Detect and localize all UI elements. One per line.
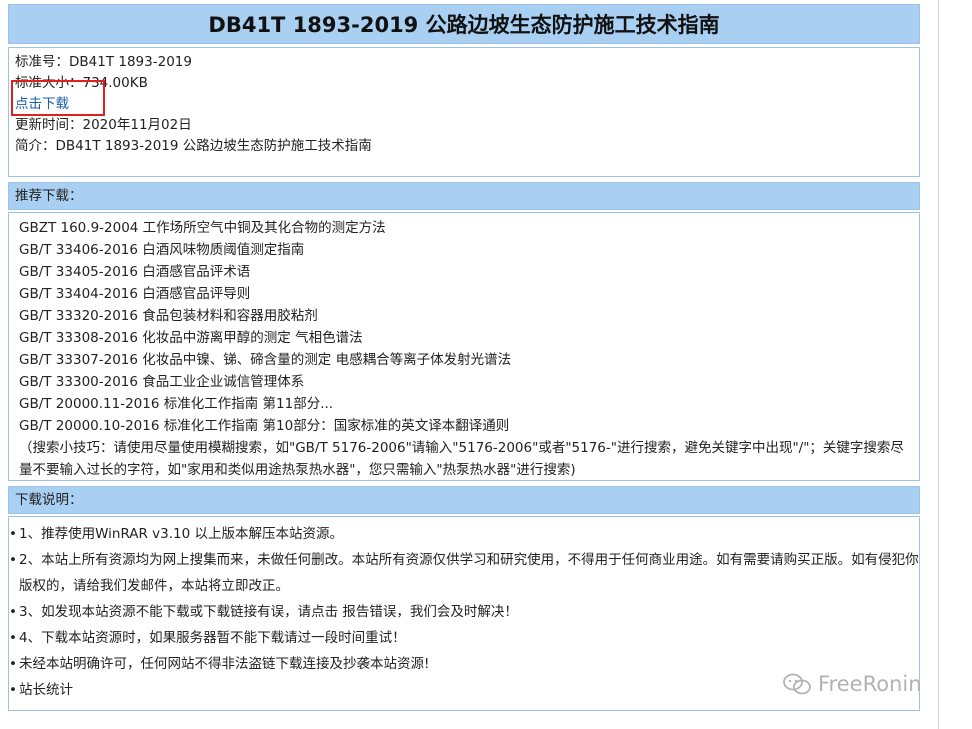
recommend-item[interactable]: GB/T 33300-2016 食品工业企业诚信管理体系 [19, 371, 911, 393]
bullet-icon: • [9, 526, 17, 542]
wechat-icon [783, 673, 811, 695]
note-text: 4、下载本站资源时，如果服务器暂不能下载请过一段时间重试！ [19, 630, 406, 646]
page-title: DB41T 1893-2019 公路边坡生态防护施工技术指南 [8, 4, 920, 44]
summary: 简介：DB41T 1893-2019 公路边坡生态防护施工技术指南 [15, 138, 372, 154]
standard-size: 标准大小：734.00KB [15, 75, 148, 91]
recommend-item[interactable]: GB/T 33406-2016 白酒风味物质阈值测定指南 [19, 239, 911, 261]
page-right-border [938, 0, 939, 729]
recommend-item[interactable]: GB/T 33308-2016 化妆品中游离甲醇的测定 气相色谱法 [19, 327, 911, 349]
recommend-heading: 推荐下载： [8, 182, 920, 210]
page-container: DB41T 1893-2019 公路边坡生态防护施工技术指南 标准号：DB41T… [8, 4, 920, 711]
recommend-item[interactable]: GB/T 20000.10-2016 标准化工作指南 第10部分：国家标准的英文… [19, 415, 911, 437]
bullet-icon: • [9, 630, 17, 646]
recommend-item[interactable]: GB/T 33404-2016 白酒感官品评导则 [19, 283, 911, 305]
bullet-icon: • [9, 552, 17, 568]
notes-heading: 下载说明： [8, 486, 920, 514]
standard-number: 标准号：DB41T 1893-2019 [15, 54, 192, 70]
note-item: • 4、下载本站资源时，如果服务器暂不能下载请过一段时间重试！ [9, 625, 919, 651]
site-stats-link[interactable]: 站长统计 [19, 682, 73, 698]
recommend-item[interactable]: GB/T 33307-2016 化妆品中镍、锑、碲含量的测定 电感耦合等离子体发… [19, 349, 911, 371]
note-text[interactable]: 3、如发现本站资源不能下载或下载链接有误，请点击 报告错误，我们会及时解决！ [19, 604, 518, 620]
recommend-item[interactable]: GB/T 33320-2016 食品包装材料和容器用胶粘剂 [19, 305, 911, 327]
download-link[interactable]: 点击下载 [15, 96, 69, 112]
watermark-text: FreeRonin [818, 672, 922, 696]
watermark: FreeRonin [782, 672, 922, 696]
recommend-item[interactable]: GB/T 33405-2016 白酒感官品评术语 [19, 261, 911, 283]
recommend-list: GBZT 160.9-2004 工作场所空气中铜及其化合物的测定方法 GB/T … [8, 212, 920, 481]
recommend-item[interactable]: GBZT 160.9-2004 工作场所空气中铜及其化合物的测定方法 [19, 217, 911, 239]
update-time: 更新时间：2020年11月02日 [15, 117, 192, 133]
note-item: • 2、本站上所有资源均为网上搜集而来，未做任何删改。本站所有资源仅供学习和研究使… [9, 547, 919, 599]
note-text: 2、本站上所有资源均为网上搜集而来，未做任何删改。本站所有资源仅供学习和研究使用… [19, 552, 919, 594]
note-text: 未经本站明确许可，任何网站不得非法盗链下载连接及抄袭本站资源! [19, 656, 430, 672]
search-tip: （搜索小技巧：请使用尽量使用模糊搜索，如"GB/T 5176-2006"请输入"… [19, 440, 904, 478]
bullet-icon: • [9, 682, 17, 698]
note-item: • 3、如发现本站资源不能下载或下载链接有误，请点击 报告错误，我们会及时解决！ [9, 599, 919, 625]
bullet-icon: • [9, 656, 17, 672]
note-text: 1、推荐使用WinRAR v3.10 以上版本解压本站资源。 [19, 526, 344, 542]
bullet-icon: • [9, 604, 17, 620]
download-link-wrapper: 点击下载 [11, 80, 105, 116]
standard-info-panel: 标准号：DB41T 1893-2019 标准大小：734.00KB 点击下载 更… [8, 47, 920, 177]
recommend-item[interactable]: GB/T 20000.11-2016 标准化工作指南 第11部分... [19, 393, 911, 415]
note-item: • 1、推荐使用WinRAR v3.10 以上版本解压本站资源。 [9, 521, 919, 547]
